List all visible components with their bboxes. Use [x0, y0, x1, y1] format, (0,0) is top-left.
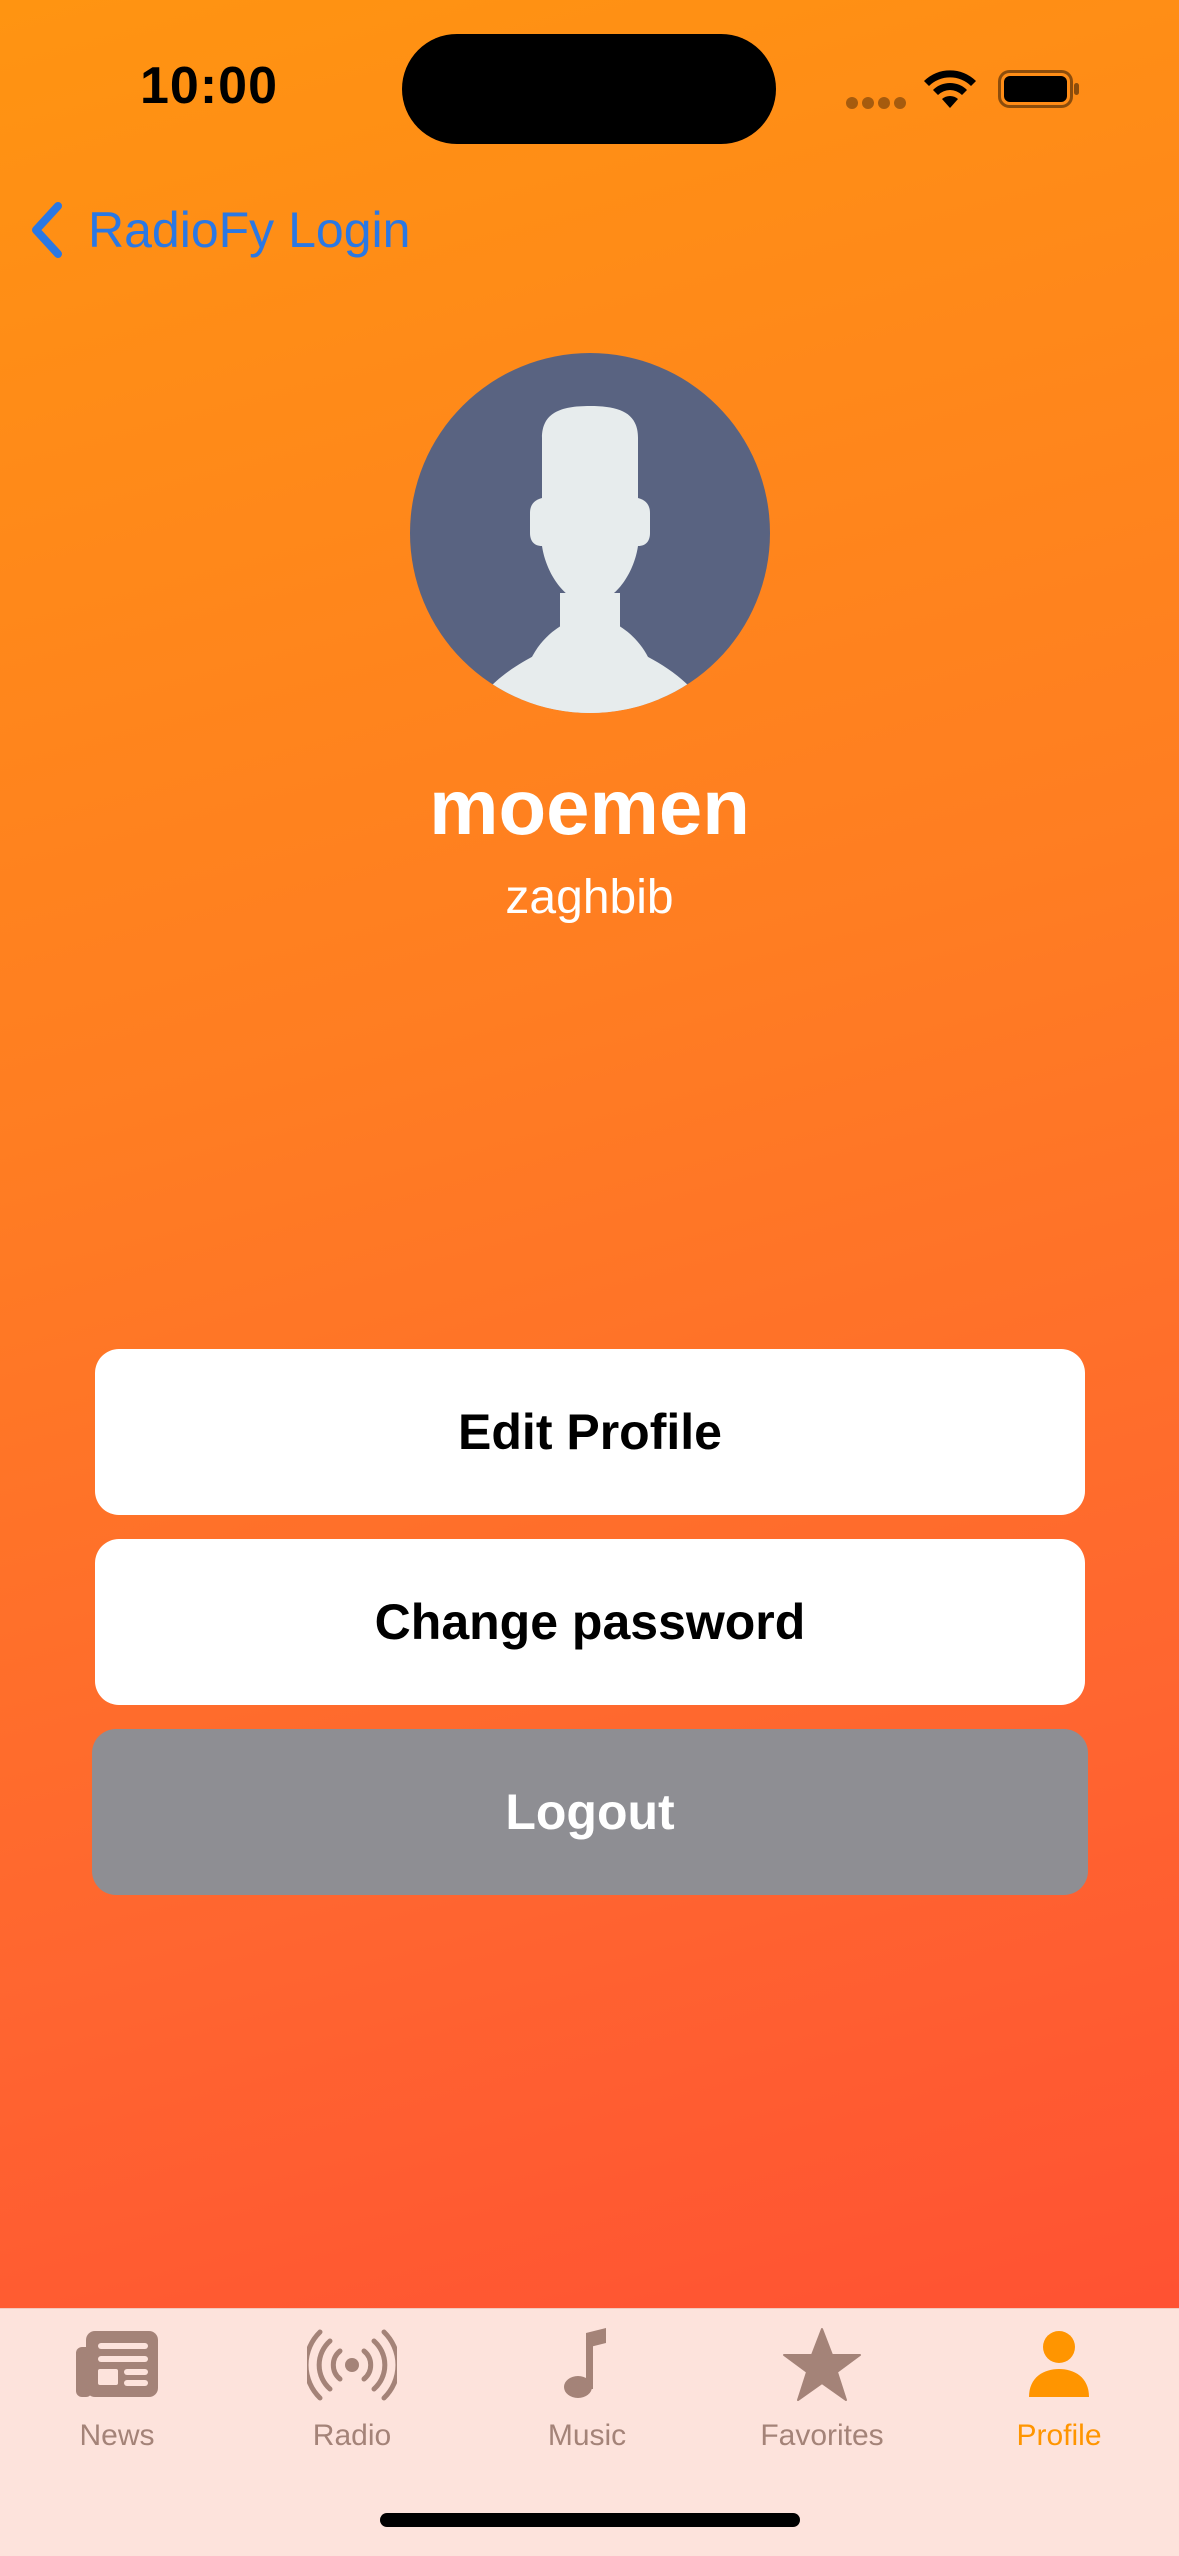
- tab-radio[interactable]: Radio: [252, 2325, 452, 2453]
- tab-radio-label: Radio: [312, 2419, 392, 2452]
- music-note-icon: [564, 2328, 606, 2398]
- back-button-label: RadioFy Login: [88, 202, 411, 258]
- logout-button[interactable]: Logout: [92, 1729, 1088, 1895]
- tab-profile-label: Profile: [1016, 2419, 1102, 2452]
- tab-news-label: News: [79, 2419, 155, 2452]
- status-time: 10:00: [140, 57, 278, 115]
- tab-music-label: Music: [547, 2419, 627, 2452]
- profile-name: moemen: [429, 763, 750, 851]
- tab-profile[interactable]: Profile: [959, 2325, 1159, 2453]
- battery-icon: [998, 70, 1079, 108]
- profile-username: zaghbib: [505, 871, 674, 924]
- dynamic-island: [402, 34, 776, 144]
- back-button[interactable]: RadioFy Login: [24, 190, 410, 270]
- change-password-button[interactable]: Change password: [95, 1539, 1085, 1705]
- tab-bar: News Radio Music Favorites Profile: [0, 2308, 1179, 2556]
- tab-news[interactable]: News: [17, 2325, 217, 2453]
- tab-favorites[interactable]: Favorites: [722, 2325, 922, 2453]
- person-icon: [1029, 2331, 1089, 2397]
- newspaper-icon: [76, 2331, 158, 2397]
- star-icon: [783, 2328, 861, 2401]
- status-bar: 10:00: [0, 0, 1179, 180]
- radio-broadcast-icon: [307, 2329, 397, 2401]
- edit-profile-button[interactable]: Edit Profile: [95, 1349, 1085, 1515]
- avatar-placeholder-icon: [410, 353, 770, 713]
- cellular-signal-icon: [846, 96, 910, 114]
- wifi-icon: [924, 70, 976, 108]
- home-indicator[interactable]: [380, 2513, 800, 2527]
- tab-music[interactable]: Music: [487, 2325, 687, 2453]
- chevron-left-icon: [32, 202, 62, 258]
- tab-favorites-label: Favorites: [760, 2419, 884, 2452]
